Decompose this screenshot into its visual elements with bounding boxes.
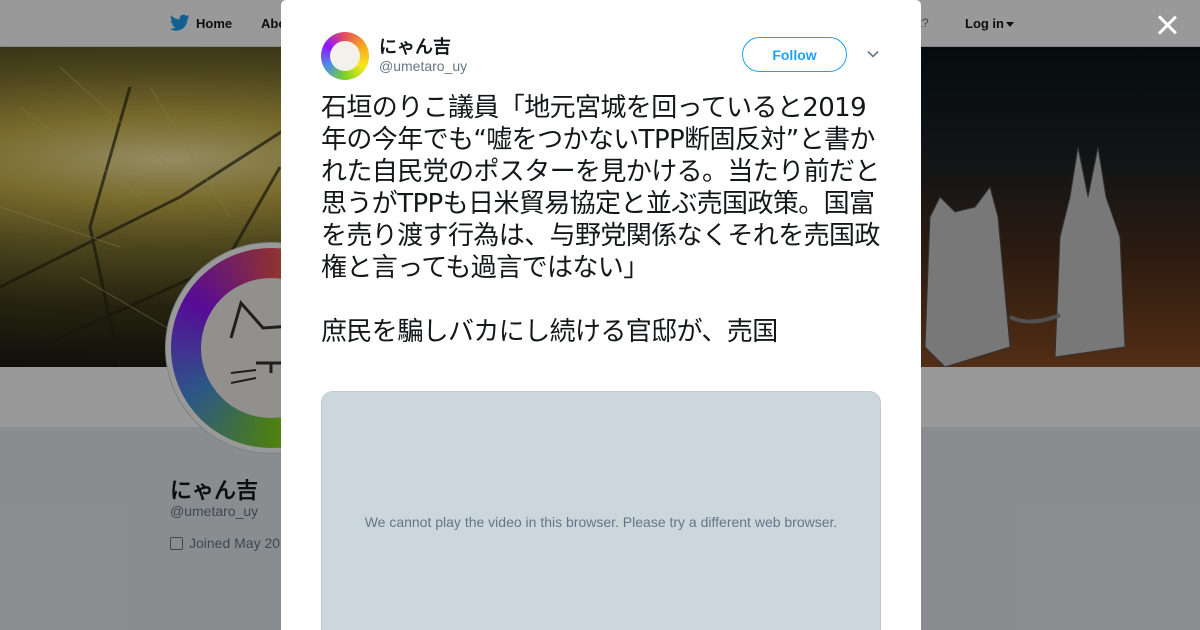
video-player[interactable]: We cannot play the video in this browser… bbox=[321, 391, 881, 630]
follow-button[interactable]: Follow bbox=[742, 37, 847, 72]
chevron-down-icon[interactable] bbox=[866, 47, 880, 61]
tweet-author-handle[interactable]: @umetaro_uy bbox=[379, 58, 467, 74]
video-error-message: We cannot play the video in this browser… bbox=[364, 514, 838, 530]
tweet-modal: にゃん吉 @umetaro_uy Follow 石垣のりこ議員「地元宮城を回って… bbox=[281, 0, 921, 630]
tweet-author-avatar[interactable] bbox=[321, 32, 369, 80]
close-icon[interactable] bbox=[1154, 12, 1180, 38]
tweet-text: 石垣のりこ議員「地元宮城を回っていると2019年の今年でも“嘘をつかないTPP断… bbox=[321, 93, 880, 347]
cat-face-image bbox=[330, 41, 360, 71]
tweet-author-name[interactable]: にゃん吉 bbox=[379, 33, 451, 59]
